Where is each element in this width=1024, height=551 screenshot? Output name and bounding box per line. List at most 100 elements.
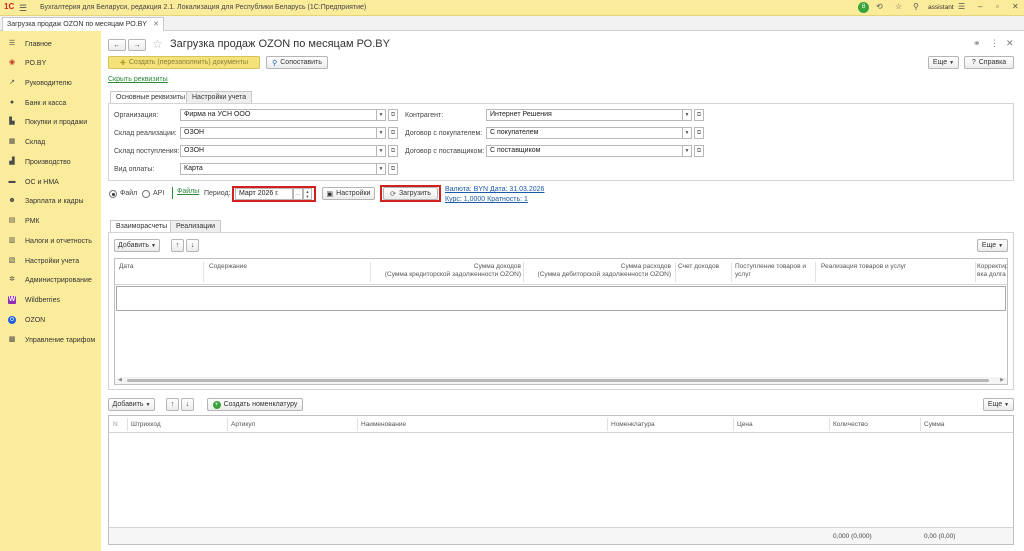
sidebar-item-bank[interactable]: ● Банк и касса	[0, 94, 101, 112]
move-down-icon[interactable]: ↓	[186, 239, 199, 252]
more-button[interactable]: Еще ▼	[928, 56, 959, 69]
sidebar-item-salary[interactable]: ☻ Зарплата и кадры	[0, 192, 101, 210]
receipt-warehouse-field[interactable]: ОЗОН	[180, 145, 377, 157]
organization-field[interactable]: Фирма на УСН ООО	[180, 109, 377, 121]
user-name[interactable]: assistant	[928, 4, 954, 11]
column-header-name[interactable]: Наименование	[361, 421, 406, 429]
column-header-barcode[interactable]: Штрихкод	[131, 421, 161, 429]
organization-dropdown-icon[interactable]: ▼	[377, 109, 386, 121]
file-radio-label[interactable]: Файл	[120, 190, 137, 197]
notification-badge[interactable]: 8	[858, 2, 869, 13]
buyer-contract-field[interactable]: С покупателем	[486, 127, 683, 139]
column-header-price[interactable]: Цена	[737, 421, 753, 429]
column-header-article[interactable]: Артикул	[231, 421, 255, 429]
column-header-goods-sale[interactable]: Реализация товаров и услуг	[821, 263, 906, 271]
sidebar-item-administration[interactable]: ✲ Администрирование	[0, 271, 101, 289]
favorite-star-icon[interactable]: ☆	[152, 37, 163, 51]
payment-type-dropdown-icon[interactable]: ▼	[377, 163, 386, 175]
create-documents-button[interactable]: ✚ Создать (перезаполнить) документы	[108, 56, 260, 69]
sales-warehouse-dropdown-icon[interactable]: ▼	[377, 127, 386, 139]
sidebar-item-manager[interactable]: ↗ Руководителю	[0, 74, 101, 92]
close-tab-icon[interactable]: ✕	[153, 20, 159, 28]
organization-open-icon[interactable]: ⧉	[388, 109, 398, 121]
sidebar-item-tariff[interactable]: ▩ Управление тарифом	[0, 331, 101, 349]
payment-type-field[interactable]: Карта	[180, 163, 377, 175]
counterparty-field[interactable]: Интернет Решения	[486, 109, 683, 121]
sidebar-item-ozon[interactable]: o OZON	[0, 311, 101, 329]
history-icon[interactable]: ⟲	[876, 2, 883, 11]
column-header-quantity[interactable]: Количество	[833, 421, 868, 429]
minimize-icon[interactable]: –	[978, 2, 982, 11]
create-nomenclature-button[interactable]: + Создать номенклатуру	[207, 398, 303, 411]
empty-row-selection[interactable]	[116, 286, 1006, 311]
period-field[interactable]: Март 2026 г.	[235, 188, 293, 200]
sidebar-item-fixed-assets[interactable]: ▬ ОС и НМА	[0, 173, 101, 191]
scroll-left-icon[interactable]: ◀	[118, 377, 122, 383]
supplier-contract-dropdown-icon[interactable]: ▼	[683, 145, 692, 157]
form-menu-icon[interactable]: ⋮	[990, 38, 999, 49]
counterparty-open-icon[interactable]: ⧉	[694, 109, 704, 121]
close-window-icon[interactable]: ✕	[1012, 2, 1019, 11]
scroll-right-icon[interactable]: ▶	[1000, 377, 1004, 383]
move-up-icon[interactable]: ↑	[171, 239, 184, 252]
settings-menu-icon[interactable]: ☰	[958, 2, 965, 11]
table2-more-button[interactable]: Еще ▼	[983, 398, 1014, 411]
column-header-debt-adjustment[interactable]: Корректир вка долга	[977, 263, 1007, 279]
compare-button[interactable]: ⚲ Сопоставить	[266, 56, 328, 69]
files-link[interactable]: Файлы	[177, 188, 199, 195]
sidebar-item-rmk[interactable]: ▤ РМК	[0, 212, 101, 230]
currency-link[interactable]: Валюта: BYN Дата: 31.03.2026	[445, 186, 544, 193]
supplier-contract-field[interactable]: С поставщиком	[486, 145, 683, 157]
supplier-contract-open-icon[interactable]: ⧉	[694, 145, 704, 157]
sidebar-item-main[interactable]: ☰ Главное	[0, 35, 101, 53]
hide-details-link[interactable]: Скрыть реквизиты	[108, 76, 168, 83]
column-header-expense[interactable]: Сумма расходов (Сумма дебиторской задолж…	[523, 263, 671, 279]
search-icon[interactable]: ⚲	[913, 2, 919, 11]
table1-add-button[interactable]: Добавить ▼	[114, 239, 160, 252]
load-button[interactable]: ⟳ Загрузить	[383, 187, 438, 200]
sidebar-item-warehouse[interactable]: ▦ Склад	[0, 133, 101, 151]
sidebar-item-taxes[interactable]: ▥ Налоги и отчетность	[0, 232, 101, 250]
column-header-date[interactable]: Дата	[119, 263, 133, 271]
column-header-income[interactable]: Сумма доходов (Сумма кредиторской задолж…	[371, 263, 521, 279]
column-header-sum[interactable]: Сумма	[924, 421, 944, 429]
sidebar-item-production[interactable]: ▟ Производство	[0, 153, 101, 171]
document-tab[interactable]: Загрузка продаж OZON по месяцам РО.BY ✕	[2, 17, 164, 31]
table2-add-button[interactable]: Добавить ▼	[108, 398, 155, 411]
link-icon[interactable]: ⚭	[973, 38, 981, 49]
favorites-star-icon[interactable]: ☆	[895, 2, 902, 11]
sidebar-item-ro-by[interactable]: ◉ РО.BY	[0, 54, 101, 72]
column-header-number[interactable]: N	[113, 421, 118, 429]
products-table[interactable]: N Штрихкод Артикул Наименование Номенкла…	[108, 415, 1014, 545]
sidebar-item-wildberries[interactable]: W Wildberries	[0, 291, 101, 309]
table2-move-up-icon[interactable]: ↑	[166, 398, 179, 411]
back-button[interactable]: ←	[108, 39, 126, 51]
column-header-nomenclature[interactable]: Номенклатура	[611, 421, 655, 429]
restore-icon[interactable]: ▫	[996, 2, 999, 11]
sales-warehouse-open-icon[interactable]: ⧉	[388, 127, 398, 139]
api-radio-label[interactable]: API	[153, 190, 164, 197]
receipt-warehouse-dropdown-icon[interactable]: ▼	[377, 145, 386, 157]
hamburger-menu-icon[interactable]: ☰	[19, 3, 27, 14]
sidebar-item-accounting-settings[interactable]: ▧ Настройки учета	[0, 252, 101, 270]
scrollbar-thumb[interactable]	[127, 379, 989, 382]
horizontal-scrollbar[interactable]: ◀ ▶	[115, 377, 1007, 384]
forward-button[interactable]: →	[128, 39, 146, 51]
spin-down-icon[interactable]: ▼	[306, 194, 310, 199]
table1-more-button[interactable]: Еще ▼	[977, 239, 1008, 252]
column-header-income-account[interactable]: Счет доходов	[678, 263, 719, 271]
file-radio[interactable]	[109, 190, 117, 198]
payment-type-open-icon[interactable]: ⧉	[388, 163, 398, 175]
api-radio[interactable]	[142, 190, 150, 198]
buyer-contract-open-icon[interactable]: ⧉	[694, 127, 704, 139]
settlements-table[interactable]: Дата Содержание Сумма доходов (Сумма кре…	[114, 258, 1008, 385]
settings-button[interactable]: ▣ Настройки	[322, 187, 375, 200]
column-header-goods-receipt[interactable]: Поступление товаров и услуг	[735, 263, 806, 279]
rate-link[interactable]: Курс: 1,0000 Кратность: 1	[445, 196, 528, 203]
counterparty-dropdown-icon[interactable]: ▼	[683, 109, 692, 121]
period-select-icon[interactable]: …	[293, 188, 303, 200]
sales-warehouse-field[interactable]: ОЗОН	[180, 127, 377, 139]
close-form-icon[interactable]: ✕	[1006, 38, 1014, 49]
help-button[interactable]: ? Справка	[964, 56, 1014, 69]
table2-move-down-icon[interactable]: ↓	[181, 398, 194, 411]
